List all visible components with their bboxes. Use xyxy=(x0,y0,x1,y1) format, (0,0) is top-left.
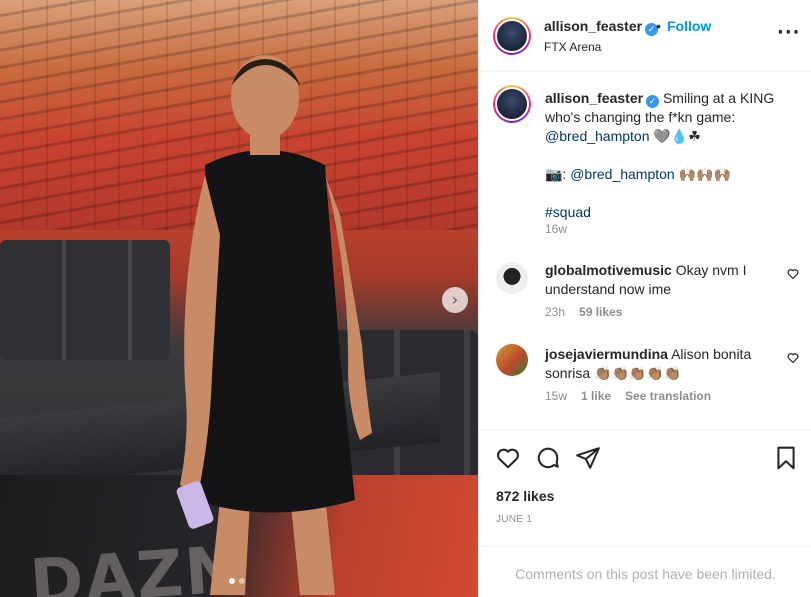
caption-text: allison_feaster ✓ Smiling at a KING who's… xyxy=(545,89,795,222)
avatar[interactable] xyxy=(493,17,531,55)
comment-username[interactable]: josejaviermundina xyxy=(545,346,668,362)
post-side-panel: allison_feaster ✓ • Follow FTX Arena ··· … xyxy=(478,0,811,597)
mention-link[interactable]: @bred_hampton xyxy=(545,128,650,144)
carousel-dot xyxy=(239,578,245,584)
dot-separator: • xyxy=(656,18,661,34)
like-heart-icon[interactable] xyxy=(495,445,521,471)
more-options-icon[interactable]: ··· xyxy=(777,22,801,43)
comment-likes[interactable]: 1 like xyxy=(581,389,611,403)
caption-username[interactable]: allison_feaster xyxy=(545,90,643,106)
courtside-chairs xyxy=(0,240,170,360)
comment-bubble-icon[interactable] xyxy=(535,445,561,471)
comment-text: josejaviermundina Alison bonita sonrisa … xyxy=(545,345,775,383)
post-photo[interactable]: DAZN › xyxy=(0,0,478,597)
post-date[interactable]: JUNE 1 xyxy=(496,514,532,525)
save-bookmark-icon[interactable] xyxy=(773,445,799,471)
avatar[interactable] xyxy=(493,85,531,123)
carousel-dots xyxy=(229,578,245,584)
comment-heart-icon[interactable] xyxy=(787,352,799,364)
likes-count[interactable]: 872 likes xyxy=(496,488,554,504)
see-translation-link[interactable]: See translation xyxy=(625,389,711,403)
follow-button[interactable]: Follow xyxy=(667,18,711,34)
verified-badge-icon: ✓ xyxy=(646,95,660,108)
post-username[interactable]: allison_feaster ✓ xyxy=(544,18,659,36)
location-link[interactable]: FTX Arena xyxy=(544,40,601,54)
comment-heart-icon[interactable] xyxy=(787,268,799,280)
mention-link-credit[interactable]: @bred_hampton xyxy=(570,166,675,182)
username-text[interactable]: allison_feaster xyxy=(544,18,642,34)
hashtag-link[interactable]: #squad xyxy=(545,204,591,220)
caption-timestamp[interactable]: 16w xyxy=(545,222,567,236)
comment-text: globalmotivemusic Okay nvm I understand … xyxy=(545,261,775,299)
camera-credit-label: 📷: xyxy=(545,166,571,182)
commenter-avatar[interactable] xyxy=(496,344,528,376)
share-send-icon[interactable] xyxy=(575,445,601,471)
caption-emoji-credit: 🙌🏽🙌🏽🙌🏽 xyxy=(678,166,731,182)
post-actions: 872 likes JUNE 1 xyxy=(479,430,811,546)
comment-username[interactable]: globalmotivemusic xyxy=(545,262,672,278)
comment-meta: 23h 59 likes xyxy=(545,305,622,319)
comment-meta: 15w 1 like See translation xyxy=(545,389,711,403)
caption-emoji: 🩶💧☘ xyxy=(653,128,701,144)
post-header: allison_feaster ✓ • Follow FTX Arena ··· xyxy=(479,0,811,72)
commenter-avatar[interactable] xyxy=(496,262,528,294)
woman-figure xyxy=(176,55,372,595)
comments-limited-notice: Comments on this post have been limited. xyxy=(479,546,811,597)
comment-time[interactable]: 23h xyxy=(545,305,565,319)
next-photo-button[interactable]: › xyxy=(442,287,468,313)
carousel-dot-active xyxy=(229,578,235,584)
comment-likes[interactable]: 59 likes xyxy=(579,305,622,319)
comments-area: allison_feaster ✓ Smiling at a KING who's… xyxy=(479,73,811,429)
comment-time[interactable]: 15w xyxy=(545,389,567,403)
